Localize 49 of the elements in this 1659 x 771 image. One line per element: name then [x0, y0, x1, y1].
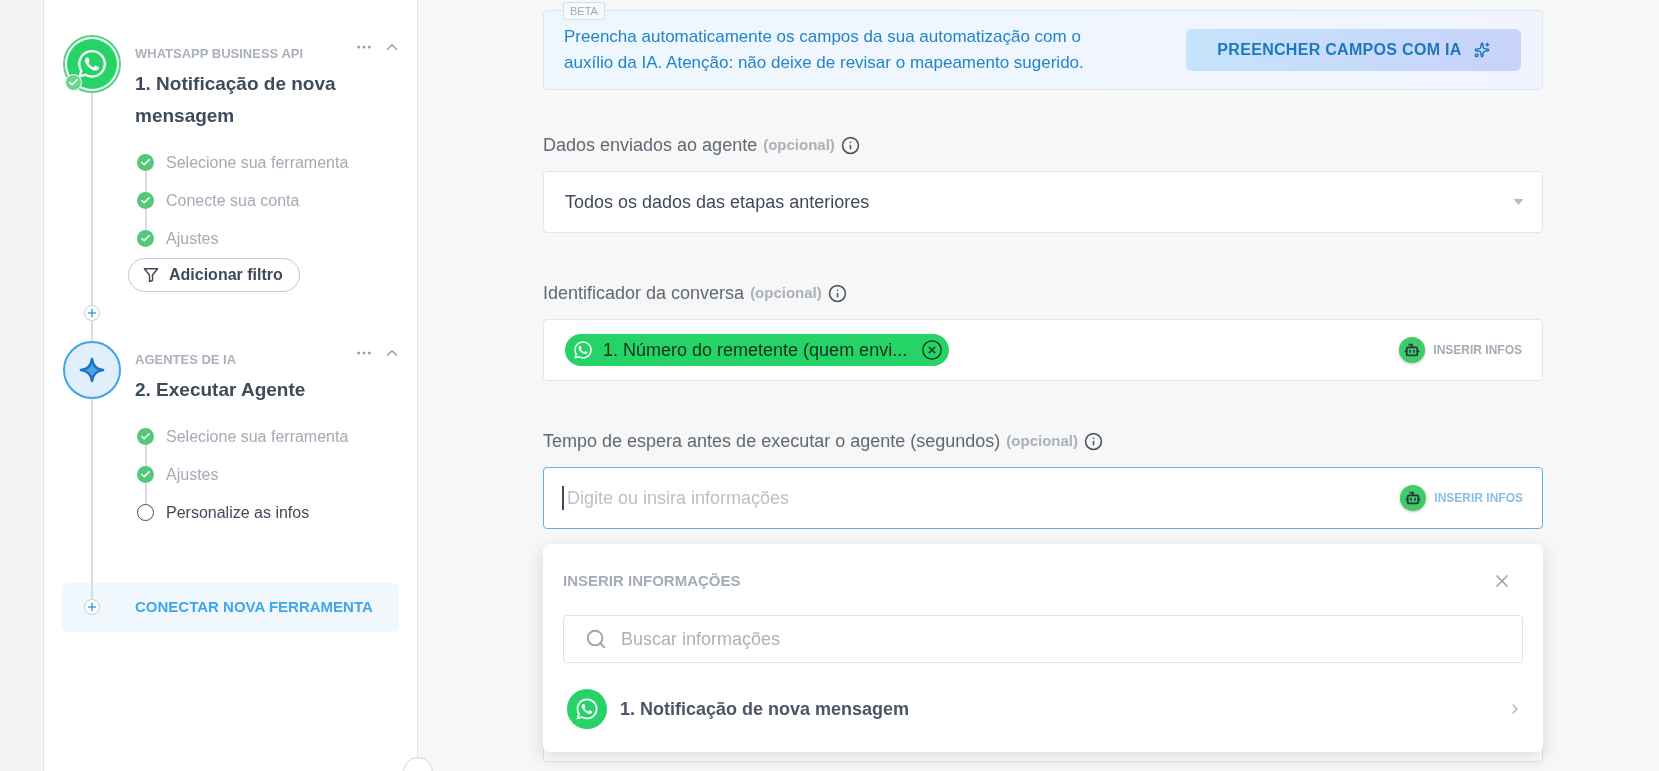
- insert-info-button[interactable]: INSERIR INFOS: [1399, 337, 1522, 363]
- variable-tag[interactable]: 1. Número do remetente (quem envi...: [565, 334, 950, 366]
- plus-icon[interactable]: [84, 305, 100, 321]
- step-title[interactable]: 2. Executar Agente: [135, 374, 390, 406]
- field-label: Identificador da conversa: [543, 282, 745, 304]
- info-icon[interactable]: [840, 135, 860, 155]
- info-icon[interactable]: [827, 283, 847, 303]
- sparkles-icon: [1473, 42, 1490, 58]
- add-filter-button[interactable]: Adicionar filtro: [128, 258, 300, 292]
- connect-tool-button[interactable]: CONECTAR NOVA FERRAMENTA: [62, 583, 399, 632]
- search-icon: [585, 628, 607, 650]
- phone-bubble-icon: [573, 340, 593, 360]
- substep-label[interactable]: Selecione sua ferramenta: [166, 153, 349, 172]
- tag-input-field[interactable]: 1. Número do remetente (quem envi... INSERIR INFOS: [543, 319, 1543, 381]
- banner-text: Preencha automaticamente os campos da sua automatização com o auxílio da IA. Atenção: não deixe de revisar o mapeamento sugerido.: [564, 26, 1085, 74]
- ai-fill-button[interactable]: PREENCHER CAMPOS COM IA: [1186, 29, 1521, 71]
- phone-bubble-icon: [63, 35, 121, 93]
- insert-info-button[interactable]: INSERIR INFOS: [1400, 485, 1523, 511]
- source-step-item[interactable]: 1. Notificação de nova mensagem: [563, 689, 1523, 729]
- search-field[interactable]: Buscar informações: [563, 615, 1523, 663]
- app-name: AGENTES DE IA: [135, 352, 237, 368]
- step-title[interactable]: 1. Notificação de nova mensagem: [135, 68, 390, 132]
- connector-line: [144, 209, 147, 230]
- substep-label[interactable]: Ajustes: [166, 229, 219, 248]
- info-icon[interactable]: [1084, 431, 1103, 451]
- connector-line: [144, 483, 147, 504]
- substep-label[interactable]: Conecte sua conta: [166, 191, 300, 210]
- field-label: Dados enviados ao agente: [543, 134, 758, 156]
- field-label: Tempo de espera antes de executar o agente (segundos): [543, 430, 1001, 452]
- funnel-icon: [143, 267, 159, 283]
- phone-bubble-icon: [567, 689, 607, 729]
- panel-title: INSERIR INFORMAÇÕES: [563, 571, 741, 591]
- plus-icon[interactable]: [84, 599, 100, 615]
- optional-note: (opcional): [1006, 430, 1078, 451]
- text-caret: [562, 486, 564, 510]
- caret-icon: [1513, 199, 1524, 205]
- select-field[interactable]: Todos os dados das etapas anteriores: [543, 171, 1543, 233]
- connector-line: [144, 445, 147, 466]
- connector-line: [144, 171, 147, 192]
- substep-label[interactable]: Ajustes: [166, 465, 219, 484]
- remove-icon[interactable]: [921, 339, 944, 361]
- substep-label[interactable]: Selecione sua ferramenta: [166, 427, 349, 446]
- substep-label[interactable]: Personalize as infos: [166, 503, 310, 522]
- beta-badge: BETA: [563, 2, 605, 20]
- robot-icon: [1399, 337, 1426, 363]
- timeline-line: [91, 321, 93, 341]
- app-name: WHATSAPP BUSINESS API: [135, 46, 304, 62]
- optional-note: (opcional): [750, 282, 822, 303]
- optional-note: (opcional): [763, 134, 835, 155]
